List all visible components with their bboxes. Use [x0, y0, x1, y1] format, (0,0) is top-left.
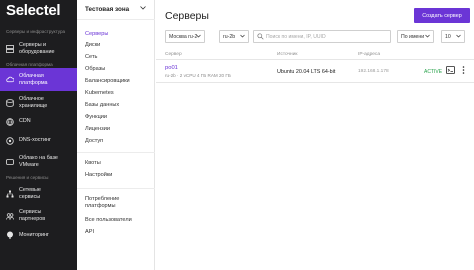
column-header-server[interactable]: Сервер	[165, 52, 182, 57]
sort-select[interactable]: По имени	[397, 30, 434, 43]
more-vertical-icon	[462, 65, 465, 76]
menu-item-all-users[interactable]: Все пользователи	[85, 217, 132, 224]
project-panel: Тестовая зона Серверы Диски Сеть Образы …	[77, 0, 155, 270]
pool-value: ru-2b	[223, 33, 236, 40]
console-button[interactable]	[446, 65, 455, 76]
sidebar-item-vmware[interactable]: Облако на базе VMware	[0, 150, 77, 173]
server-specs: ru-2b · 2 vCPU 4 ГБ RAM 20 ГБ	[165, 73, 231, 78]
cdn-icon	[6, 117, 14, 126]
console-icon	[446, 65, 455, 76]
sidebar-item-label: Облачное хранилище	[19, 96, 48, 109]
sidebar-item-cloud-platform[interactable]: Облачная платформа	[0, 68, 77, 91]
page-title: Серверы	[165, 10, 209, 22]
sidebar-item-monitoring[interactable]: Мониторинг	[0, 228, 77, 242]
menu-item-servers[interactable]: Серверы	[85, 31, 108, 38]
menu-item-api[interactable]: API	[85, 229, 94, 236]
sidebar-section-cloud: Облачная платформа	[6, 62, 53, 67]
menu-item-functions[interactable]: Функции	[85, 114, 107, 121]
menu-item-quotas[interactable]: Квоты	[85, 160, 101, 167]
vmware-icon	[6, 158, 14, 166]
search-icon	[257, 33, 264, 42]
menu-item-images[interactable]: Образы	[85, 66, 105, 73]
sidebar-item-network[interactable]: Сетевые сервисы	[0, 182, 77, 205]
network-icon	[6, 190, 14, 198]
dns-icon	[6, 136, 14, 145]
sidebar-item-partners[interactable]: Сервисы партнеров	[0, 204, 77, 227]
menu-item-databases[interactable]: Базы данных	[85, 102, 119, 109]
sidebar-item-label: Облачная платформа	[19, 73, 48, 86]
region-select[interactable]: Москва ru-2	[165, 30, 205, 43]
search-input[interactable]	[266, 33, 386, 40]
server-name-link[interactable]: po01	[165, 65, 178, 71]
main-content: Серверы Создать сервер Москва ru-2 ru-2b…	[156, 0, 474, 270]
divider	[156, 82, 474, 83]
chevron-down-icon	[425, 34, 430, 40]
server-icon	[6, 44, 14, 53]
chevron-down-icon	[196, 34, 201, 40]
partners-icon	[6, 212, 14, 220]
column-header-source[interactable]: Источник	[277, 52, 297, 57]
monitoring-icon	[6, 231, 14, 239]
sidebar-section-services: Решения и сервисы	[6, 175, 49, 180]
menu-item-licenses[interactable]: Лицензии	[85, 126, 110, 133]
sidebar-item-label: Сервисы партнеров	[19, 209, 46, 222]
sidebar-item-label: Мониторинг	[19, 231, 49, 238]
create-server-button[interactable]: Создать сервер	[414, 8, 470, 23]
divider	[156, 59, 474, 60]
pool-select[interactable]: ru-2b	[219, 30, 249, 43]
sidebar-item-label: Облако на базе VMware	[19, 155, 58, 168]
column-header-ip[interactable]: IP-адреса	[358, 52, 380, 57]
per-page-value: 10	[445, 33, 451, 40]
sidebar-item-label: Серверы и оборудование	[19, 42, 55, 55]
divider	[77, 152, 155, 153]
menu-item-balancers[interactable]: Балансировщики	[85, 78, 130, 85]
zone-selector[interactable]: Тестовая зона	[77, 0, 155, 20]
divider	[77, 188, 155, 189]
menu-item-access[interactable]: Доступ	[85, 138, 103, 145]
storage-icon	[6, 98, 14, 107]
menu-item-kubernetes[interactable]: Kubernetes	[85, 90, 114, 97]
sidebar-section-infra: Серверы и инфраструктура	[6, 29, 66, 34]
sidebar-item-label: CDN	[19, 118, 31, 125]
menu-item-consumption[interactable]: Потребление платформы	[85, 196, 119, 209]
sidebar-item-dns[interactable]: DNS-хостинг	[0, 129, 77, 152]
sidebar-item-label: DNS-хостинг	[19, 137, 51, 144]
server-ip: 192.168.1.178	[358, 69, 389, 74]
chevron-down-icon	[140, 6, 146, 12]
main-sidebar: Selectel Серверы и инфраструктура Сервер…	[0, 0, 77, 270]
per-page-select[interactable]: 10	[441, 30, 465, 43]
region-value: Москва ru-2	[169, 33, 198, 40]
sidebar-item-label: Сетевые сервисы	[19, 187, 41, 200]
zone-name: Тестовая зона	[85, 6, 130, 13]
sidebar-item-servers[interactable]: Серверы и оборудование	[0, 37, 77, 60]
chevron-down-icon	[240, 34, 245, 40]
cloud-icon	[6, 76, 14, 84]
chevron-down-icon	[456, 34, 461, 40]
row-menu-button[interactable]	[459, 65, 468, 76]
menu-item-network[interactable]: Сеть	[85, 54, 97, 61]
menu-item-settings[interactable]: Настройки	[85, 172, 112, 179]
status-badge: ACTIVE	[424, 69, 443, 75]
logo[interactable]: Selectel	[6, 2, 61, 19]
sort-value: По имени	[401, 33, 425, 40]
server-source: Ubuntu 20.04 LTS 64-bit	[277, 69, 336, 75]
search-field[interactable]	[253, 30, 391, 43]
menu-item-disks[interactable]: Диски	[85, 42, 100, 49]
